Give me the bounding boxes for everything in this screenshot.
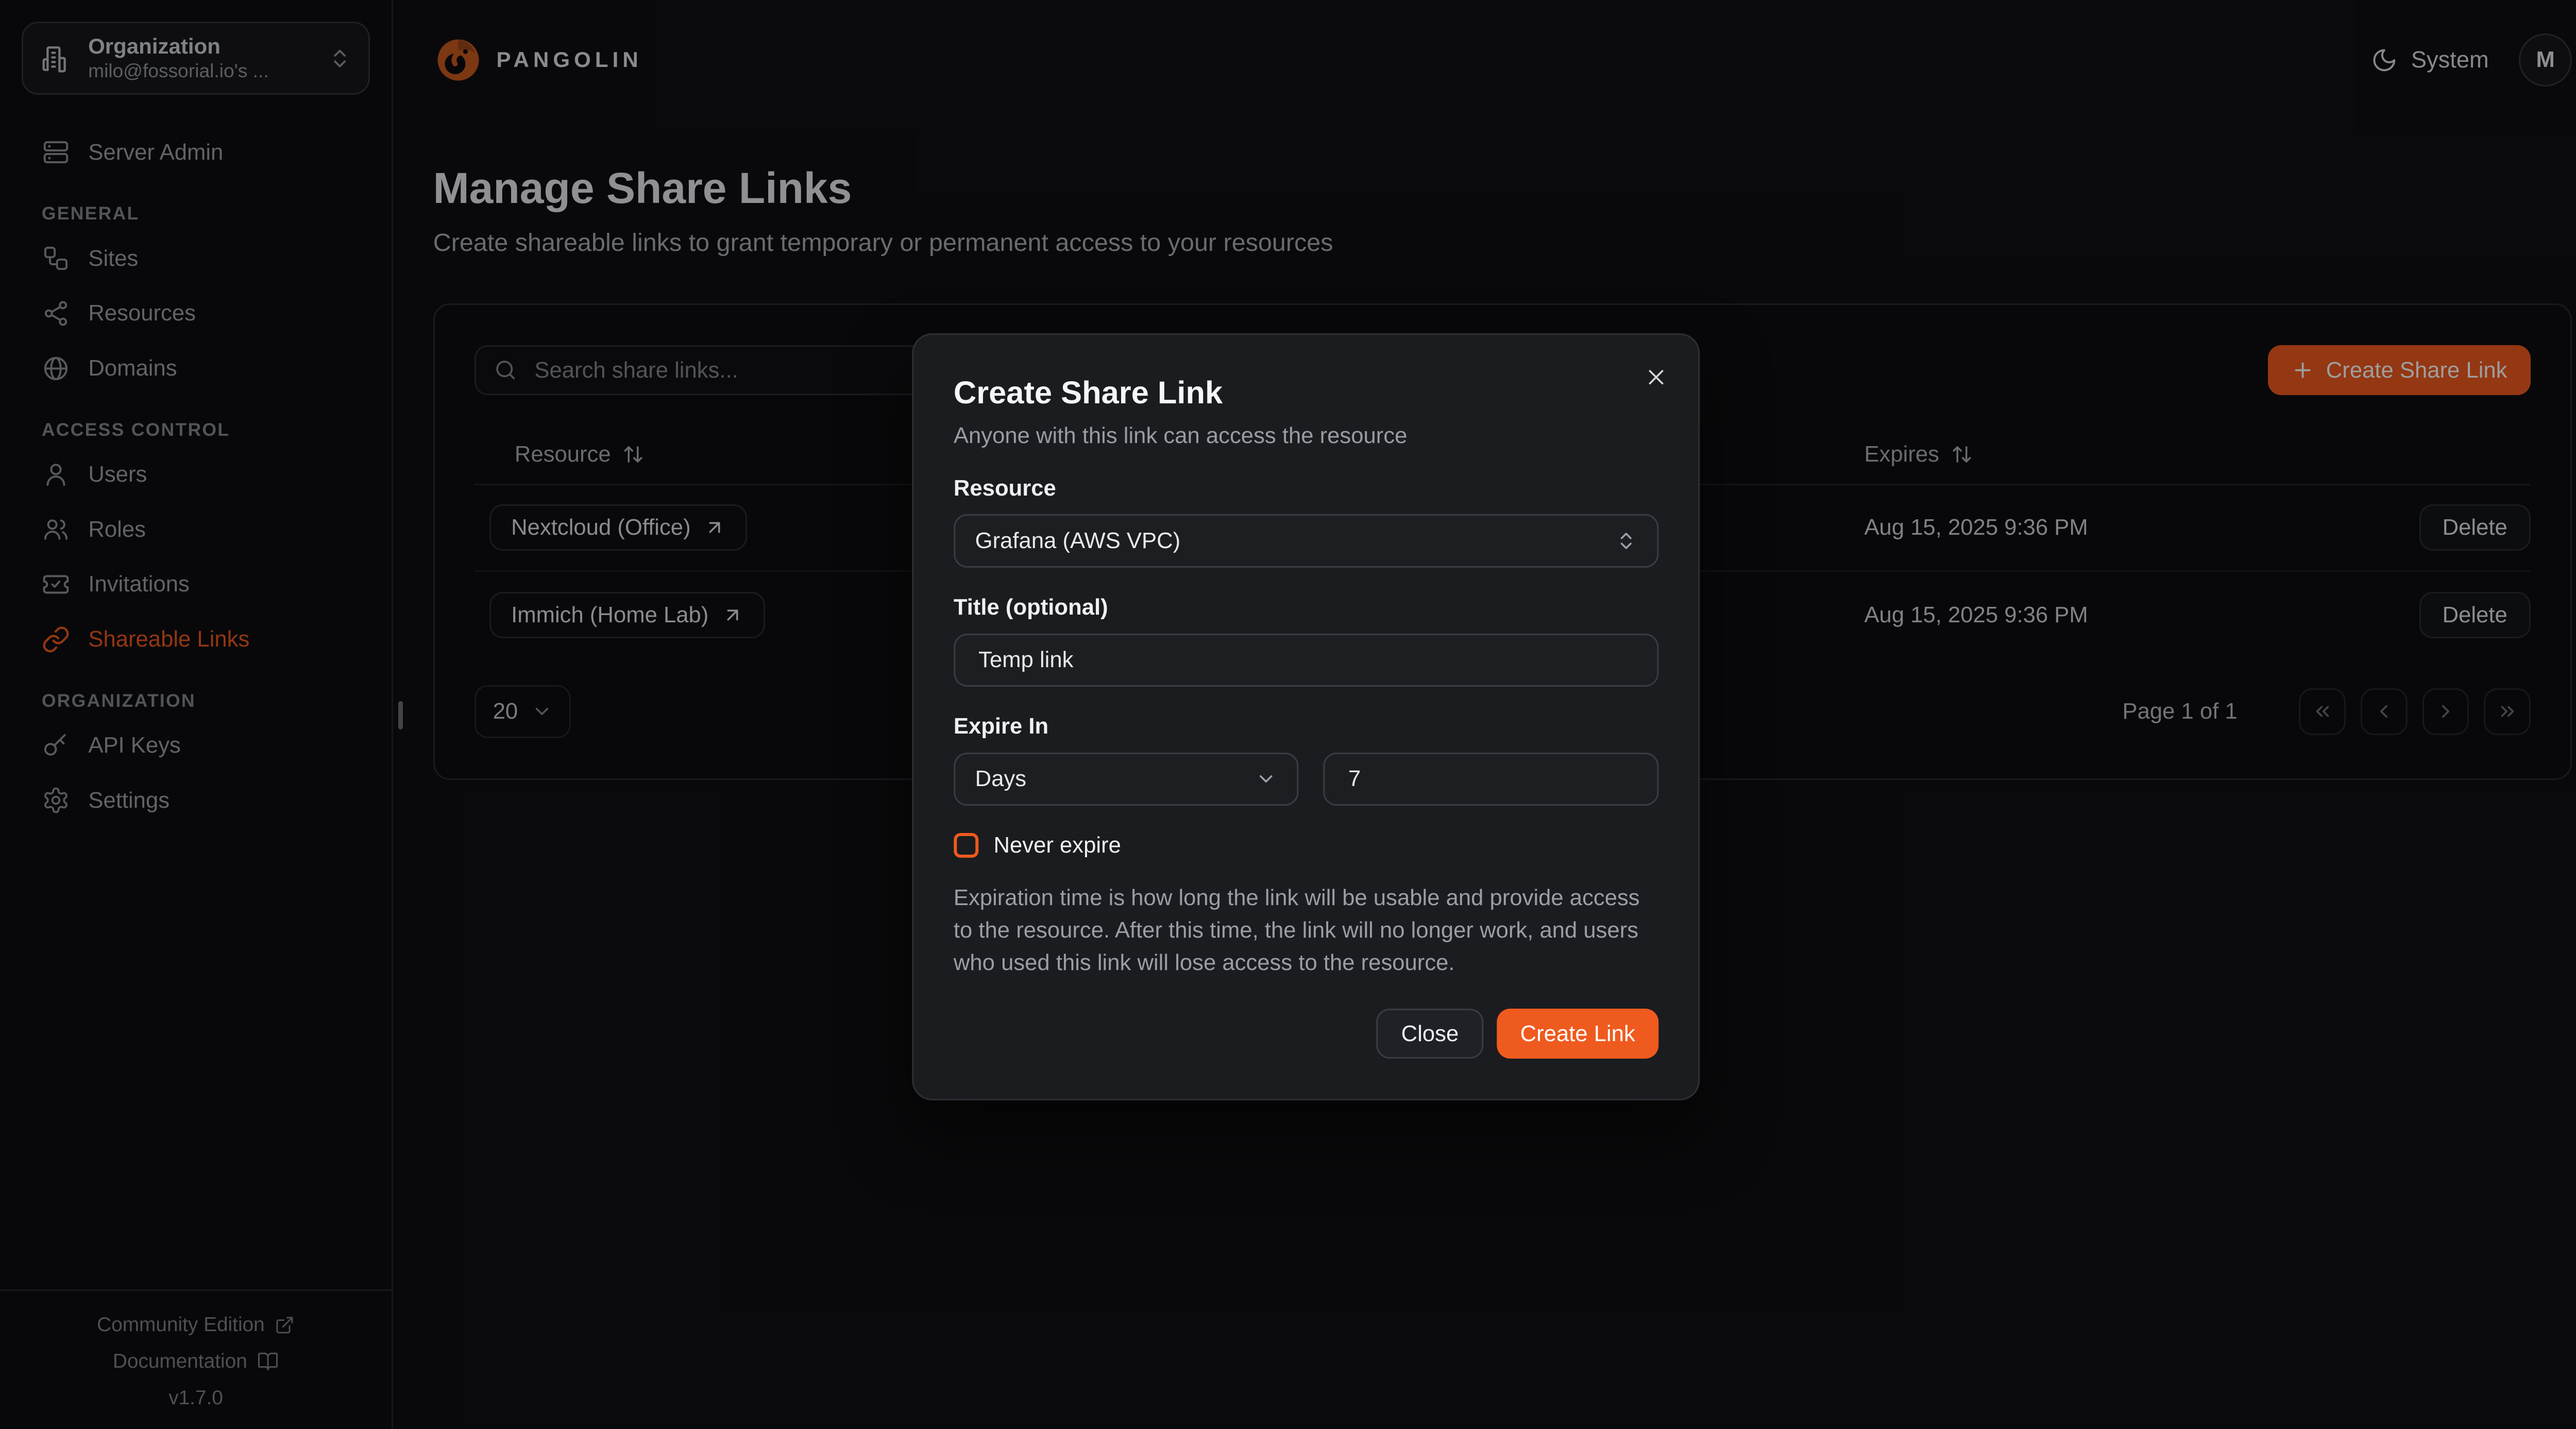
modal-close-button[interactable]: Close	[1376, 1009, 1483, 1059]
modal-subtitle: Anyone with this link can access the res…	[954, 423, 1658, 449]
never-expire-option[interactable]: Never expire	[954, 832, 1658, 858]
expire-amount-input[interactable]	[1345, 764, 1637, 793]
resource-select[interactable]: Grafana (AWS VPC)	[954, 514, 1658, 567]
modal-actions: Close Create Link	[954, 1009, 1658, 1059]
expire-amount-field	[1324, 753, 1658, 806]
app-root: Organization milo@fossorial.io's ... Ser…	[0, 0, 2576, 1429]
never-expire-checkbox[interactable]	[954, 833, 979, 858]
close-icon[interactable]	[1640, 361, 1672, 398]
expire-unit-value: Days	[975, 766, 1026, 792]
title-field-label: Title (optional)	[954, 594, 1658, 620]
resource-select-value: Grafana (AWS VPC)	[975, 528, 1181, 554]
chevron-down-icon	[1255, 768, 1277, 790]
chevrons-up-down-icon	[1615, 530, 1637, 552]
expire-unit-select[interactable]: Days	[954, 753, 1298, 806]
expire-controls: Days	[954, 753, 1658, 806]
never-expire-label: Never expire	[993, 832, 1121, 858]
expiration-help-text: Expiration time is how long the link wil…	[954, 881, 1658, 979]
title-input[interactable]	[975, 645, 1637, 674]
expire-field-label: Expire In	[954, 713, 1658, 739]
create-share-link-modal: Create Share Link Anyone with this link …	[912, 333, 1700, 1100]
modal-title: Create Share Link	[954, 375, 1658, 411]
resource-field-label: Resource	[954, 475, 1658, 501]
modal-create-link-button[interactable]: Create Link	[1497, 1009, 1658, 1059]
title-field	[954, 634, 1658, 687]
